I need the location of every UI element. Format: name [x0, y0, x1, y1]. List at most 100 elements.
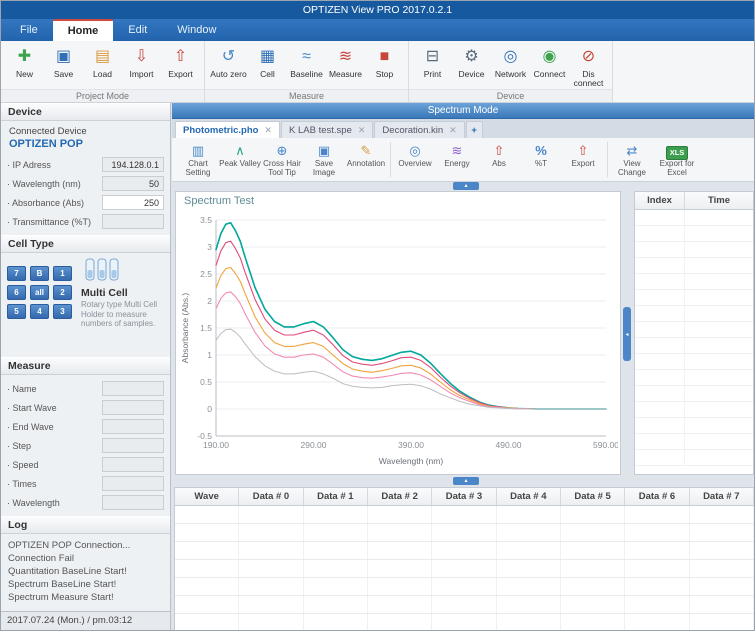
table-cell[interactable]: [685, 450, 753, 466]
table-cell[interactable]: [497, 560, 561, 577]
column-header[interactable]: Time: [685, 192, 753, 209]
connect-button[interactable]: ◉ Connect: [530, 43, 569, 87]
table-cell[interactable]: [175, 578, 239, 595]
network-button[interactable]: ◎ Network: [491, 43, 530, 87]
spectrum-chart-panel[interactable]: Spectrum Test 3.532.521.510.50-0.5190.00…: [175, 191, 621, 475]
table-cell[interactable]: [635, 370, 685, 386]
save-image-button[interactable]: ▣ Save Image: [303, 140, 345, 179]
table-row[interactable]: [175, 596, 754, 614]
table-row[interactable]: [635, 418, 753, 434]
table-cell[interactable]: [635, 338, 685, 354]
menu-window[interactable]: Window: [162, 19, 231, 41]
table-cell[interactable]: [690, 596, 754, 613]
table-row[interactable]: [175, 542, 754, 560]
new-tab-button[interactable]: +: [466, 121, 483, 138]
table-cell[interactable]: [561, 596, 625, 613]
table-cell[interactable]: [497, 614, 561, 631]
column-header[interactable]: Data # 3: [432, 488, 496, 505]
cell-button-3[interactable]: 3: [53, 304, 72, 319]
table-cell[interactable]: [561, 578, 625, 595]
table-row[interactable]: [635, 386, 753, 402]
table-cell[interactable]: [635, 242, 685, 258]
table-cell[interactable]: [561, 524, 625, 541]
table-cell[interactable]: [239, 560, 303, 577]
table-cell[interactable]: [685, 354, 753, 370]
table-cell[interactable]: [497, 506, 561, 523]
table-cell[interactable]: [239, 578, 303, 595]
table-cell[interactable]: [432, 596, 496, 613]
table-row[interactable]: [635, 370, 753, 386]
table-cell[interactable]: [368, 542, 432, 559]
menu-edit[interactable]: Edit: [113, 19, 162, 41]
table-cell[interactable]: [635, 386, 685, 402]
table-cell[interactable]: [432, 614, 496, 631]
absorbance-field[interactable]: [102, 195, 164, 210]
load-button[interactable]: ▤ Load: [83, 43, 122, 87]
device-section-header[interactable]: Device: [1, 103, 170, 121]
cell-type-section-header[interactable]: Cell Type: [1, 235, 170, 253]
table-cell[interactable]: [239, 506, 303, 523]
table-cell[interactable]: [625, 596, 689, 613]
table-cell[interactable]: [625, 560, 689, 577]
wavelength-field[interactable]: [102, 176, 164, 191]
table-cell[interactable]: [368, 524, 432, 541]
table-cell[interactable]: [635, 402, 685, 418]
column-header[interactable]: Data # 5: [561, 488, 625, 505]
menu-home[interactable]: Home: [53, 19, 114, 41]
table-row[interactable]: [635, 226, 753, 242]
table-cell[interactable]: [635, 322, 685, 338]
table-cell[interactable]: [635, 210, 685, 226]
table-cell[interactable]: [690, 560, 754, 577]
table-cell[interactable]: [497, 596, 561, 613]
table-cell[interactable]: [690, 506, 754, 523]
end-wave-field[interactable]: [102, 419, 164, 434]
column-header[interactable]: Data # 2: [368, 488, 432, 505]
collapse-bottom-button[interactable]: ▴: [453, 477, 479, 485]
table-cell[interactable]: [304, 506, 368, 523]
table-row[interactable]: [175, 524, 754, 542]
baseline-button[interactable]: ≈ Baseline: [287, 43, 326, 87]
table-row[interactable]: [635, 434, 753, 450]
table-cell[interactable]: [685, 242, 753, 258]
view-change-button[interactable]: ⇄ View Change: [611, 140, 653, 179]
table-cell[interactable]: [175, 614, 239, 631]
table-cell[interactable]: [432, 524, 496, 541]
measure-section-header[interactable]: Measure: [1, 357, 170, 375]
table-cell[interactable]: [685, 306, 753, 322]
measure-button[interactable]: ≋ Measure: [326, 43, 365, 87]
abs-button[interactable]: ⇧ Abs: [478, 140, 520, 179]
collapse-top-button[interactable]: ▴: [453, 182, 479, 190]
table-row[interactable]: [635, 274, 753, 290]
export-button[interactable]: ⇧ Export: [161, 43, 200, 87]
cell-button-5[interactable]: 5: [7, 304, 26, 319]
tab-close-icon[interactable]: ✕: [449, 125, 457, 136]
table-cell[interactable]: [432, 578, 496, 595]
table-cell[interactable]: [625, 506, 689, 523]
transmittance-field[interactable]: [102, 214, 164, 229]
table-cell[interactable]: [175, 542, 239, 559]
cell-button-4[interactable]: 4: [30, 304, 49, 319]
table-cell[interactable]: [635, 290, 685, 306]
table-row[interactable]: [175, 506, 754, 524]
table-cell[interactable]: [690, 578, 754, 595]
cell-button-2[interactable]: 2: [53, 285, 72, 300]
table-cell[interactable]: [239, 596, 303, 613]
column-header[interactable]: Data # 6: [625, 488, 689, 505]
times-field[interactable]: [102, 476, 164, 491]
table-cell[interactable]: [685, 258, 753, 274]
table-cell[interactable]: [690, 524, 754, 541]
table-cell[interactable]: [239, 614, 303, 631]
table-cell[interactable]: [175, 596, 239, 613]
table-row[interactable]: [635, 290, 753, 306]
table-row[interactable]: [635, 242, 753, 258]
table-cell[interactable]: [175, 560, 239, 577]
table-cell[interactable]: [497, 578, 561, 595]
table-cell[interactable]: [635, 354, 685, 370]
column-header[interactable]: Data # 4: [497, 488, 561, 505]
stop-button[interactable]: ■ Stop: [365, 43, 404, 87]
table-cell[interactable]: [561, 560, 625, 577]
table-row[interactable]: [635, 322, 753, 338]
table-cell[interactable]: [432, 560, 496, 577]
tab-close-icon[interactable]: ✕: [358, 125, 366, 136]
table-cell[interactable]: [685, 226, 753, 242]
